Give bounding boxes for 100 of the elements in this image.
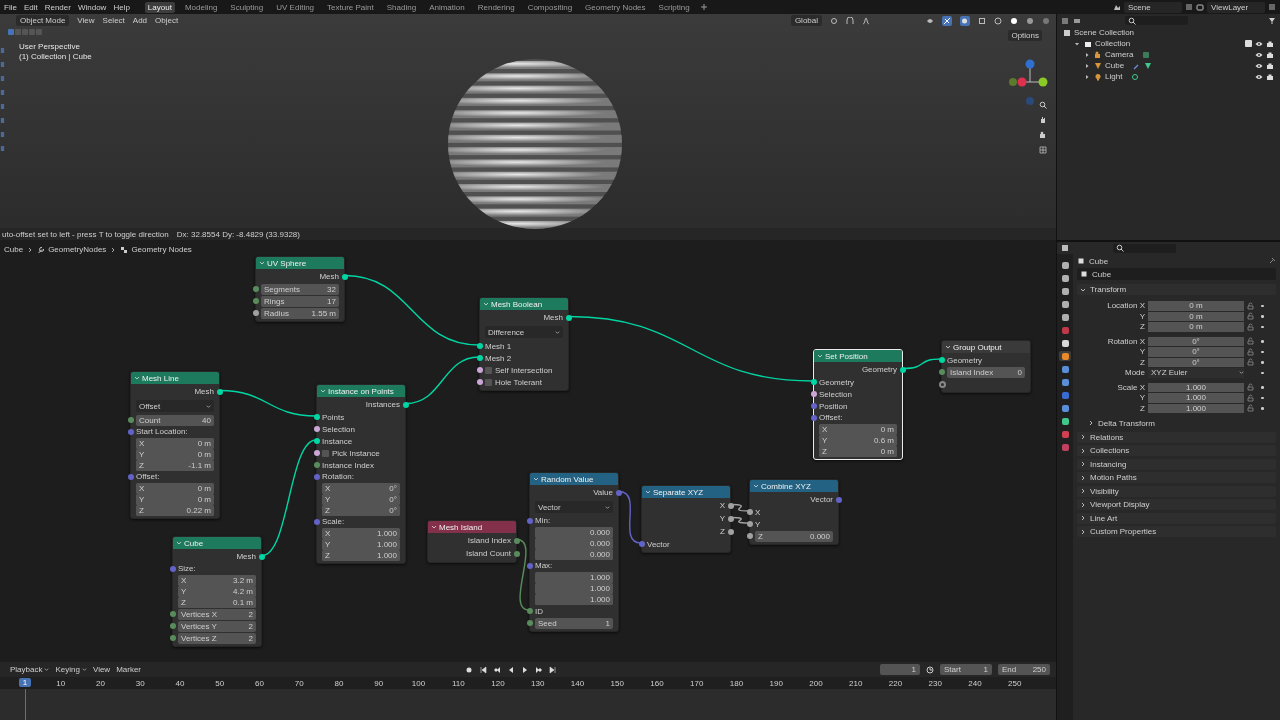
- number-field[interactable]: 0 m: [1148, 322, 1244, 332]
- socket-icon[interactable]: [810, 403, 817, 409]
- start-frame-field[interactable]: Start 1: [940, 664, 992, 675]
- number-field[interactable]: X 0 m: [136, 483, 214, 494]
- collapse-icon[interactable]: [320, 388, 326, 394]
- outliner-item[interactable]: Cube: [1105, 61, 1125, 70]
- options-dropdown[interactable]: Options: [1008, 30, 1042, 41]
- camera-icon[interactable]: [1039, 131, 1047, 139]
- collapse-icon[interactable]: [259, 260, 265, 266]
- node-header[interactable]: Mesh Boolean: [480, 298, 568, 310]
- overlay-icon[interactable]: [960, 15, 970, 26]
- socket-icon[interactable]: [476, 367, 483, 373]
- collapse-icon[interactable]: [753, 483, 759, 489]
- socket-icon[interactable]: [476, 379, 483, 385]
- eye-icon[interactable]: [1255, 39, 1263, 48]
- socket-icon[interactable]: [169, 623, 176, 629]
- subpanel-header[interactable]: Delta Transform: [1077, 417, 1276, 429]
- play-icon[interactable]: [520, 665, 529, 674]
- number-field[interactable]: 1.000: [1148, 393, 1244, 403]
- breadcrumb[interactable]: Geometry Nodes: [131, 245, 192, 254]
- socket-icon[interactable]: [938, 369, 945, 375]
- workspace-tab[interactable]: Modeling: [181, 1, 221, 13]
- search-field[interactable]: [1125, 16, 1188, 25]
- socket-icon[interactable]: [565, 314, 572, 321]
- solid-shading-icon[interactable]: [1010, 16, 1018, 25]
- mode-dropdown[interactable]: Object Mode: [16, 15, 70, 26]
- add-icon[interactable]: [699, 3, 708, 11]
- panel-header[interactable]: Transform: [1077, 284, 1276, 295]
- camera-icon[interactable]: [1266, 50, 1274, 59]
- outliner-item[interactable]: Scene Collection: [1074, 28, 1135, 37]
- node-card[interactable]: Group Output Geometry Island Index 0: [941, 340, 1031, 393]
- lock-icon[interactable]: [1247, 393, 1255, 402]
- copy-icon[interactable]: [1268, 3, 1276, 11]
- collapse-icon[interactable]: [533, 476, 539, 482]
- end-frame-field[interactable]: End 250: [998, 664, 1050, 675]
- panel-header[interactable]: Line Art: [1077, 512, 1276, 524]
- node-header[interactable]: UV Sphere: [256, 257, 344, 269]
- keyframe-icon[interactable]: [1261, 304, 1264, 307]
- collapse-icon[interactable]: [431, 524, 437, 530]
- lock-icon[interactable]: [1247, 322, 1255, 331]
- number-field[interactable]: Vertices X 2: [178, 608, 256, 620]
- node-card[interactable]: Combine XYZ Vector X Y Z 0.000: [749, 479, 839, 545]
- checkbox[interactable]: [485, 366, 492, 374]
- playhead[interactable]: 1: [19, 678, 31, 687]
- socket-icon[interactable]: [313, 462, 320, 468]
- outliner-item[interactable]: Camera: [1105, 50, 1134, 59]
- number-field[interactable]: Z 0.1 m: [178, 597, 256, 608]
- node-header[interactable]: Instance on Points: [317, 385, 405, 397]
- workspace-tab[interactable]: UV Editing: [273, 1, 318, 13]
- lock-icon[interactable]: [1247, 347, 1255, 356]
- socket-icon[interactable]: [727, 502, 734, 509]
- node-header[interactable]: Cube: [173, 537, 261, 549]
- number-field[interactable]: Seed 1: [535, 617, 613, 629]
- menu-item[interactable]: View: [92, 665, 111, 674]
- xray-icon[interactable]: [978, 16, 986, 25]
- node-header[interactable]: Separate XYZ: [642, 486, 730, 498]
- outliner-item[interactable]: Collection: [1095, 39, 1131, 48]
- panel-header[interactable]: Viewport Display: [1077, 499, 1276, 510]
- camera-icon[interactable]: [1266, 72, 1274, 81]
- number-field[interactable]: Y 0 m: [136, 494, 214, 505]
- dropdown[interactable]: Offset: [136, 400, 214, 412]
- mesh-data-icon[interactable]: [1144, 61, 1153, 70]
- workspace-tab[interactable]: Geometry Nodes: [582, 1, 649, 13]
- socket-icon[interactable]: [727, 528, 734, 535]
- socket-icon[interactable]: [727, 515, 734, 522]
- menu-item[interactable]: Select: [102, 16, 125, 25]
- socket-icon[interactable]: [313, 414, 320, 420]
- number-field[interactable]: Y 4.2 m: [178, 586, 256, 597]
- panel-header[interactable]: Motion Paths: [1077, 472, 1276, 483]
- socket-icon[interactable]: [746, 521, 753, 527]
- object-name-field[interactable]: Cube: [1077, 268, 1276, 280]
- pin-icon[interactable]: [1268, 257, 1276, 265]
- number-field[interactable]: Y 1.000: [322, 539, 400, 550]
- number-field[interactable]: Vertices Z 2: [178, 632, 256, 644]
- editor-type-icon[interactable]: [1061, 16, 1069, 25]
- breadcrumb[interactable]: Cube: [4, 245, 24, 254]
- workspace-tab[interactable]: Texture Paint: [324, 1, 377, 13]
- socket-icon[interactable]: [810, 391, 817, 397]
- number-field[interactable]: 0°: [1148, 336, 1244, 346]
- search-field[interactable]: [1113, 243, 1176, 253]
- socket-icon[interactable]: [169, 611, 176, 617]
- node-card[interactable]: Mesh Boolean Mesh Difference Mesh 1 Mesh 2 Self Intersection Hole Tolerant: [479, 297, 569, 391]
- collapsed-icon[interactable]: [1083, 72, 1091, 81]
- keyframe-icon[interactable]: [1261, 350, 1264, 353]
- keyframe-icon[interactable]: [1261, 371, 1264, 374]
- node-card[interactable]: Separate XYZ X Y Z Vector: [641, 485, 731, 553]
- workspace-tab[interactable]: Layout: [144, 1, 175, 13]
- number-field[interactable]: Segments 32: [261, 283, 339, 295]
- node-header[interactable]: Set Position: [814, 350, 902, 362]
- node-card[interactable]: Set Position Geometry Geometry Selection Position Offset: X 0 m Y 0.6 m Z 0 m: [813, 349, 903, 460]
- socket-icon[interactable]: [252, 298, 259, 304]
- socket-icon[interactable]: [313, 426, 320, 432]
- menu-item[interactable]: Help: [113, 2, 130, 12]
- lock-icon[interactable]: [1247, 312, 1255, 321]
- socket-icon[interactable]: [252, 310, 259, 316]
- number-field[interactable]: 0.000: [535, 538, 613, 549]
- node-card[interactable]: Random Value Value Vector Min: 0.000 0.000 0.000 Max: 1.000 1.000 1.000 ID Seed 1: [529, 472, 619, 632]
- number-field[interactable]: Vertices Y 2: [178, 620, 256, 632]
- lock-icon[interactable]: [1247, 358, 1255, 367]
- socket-icon[interactable]: [476, 343, 483, 349]
